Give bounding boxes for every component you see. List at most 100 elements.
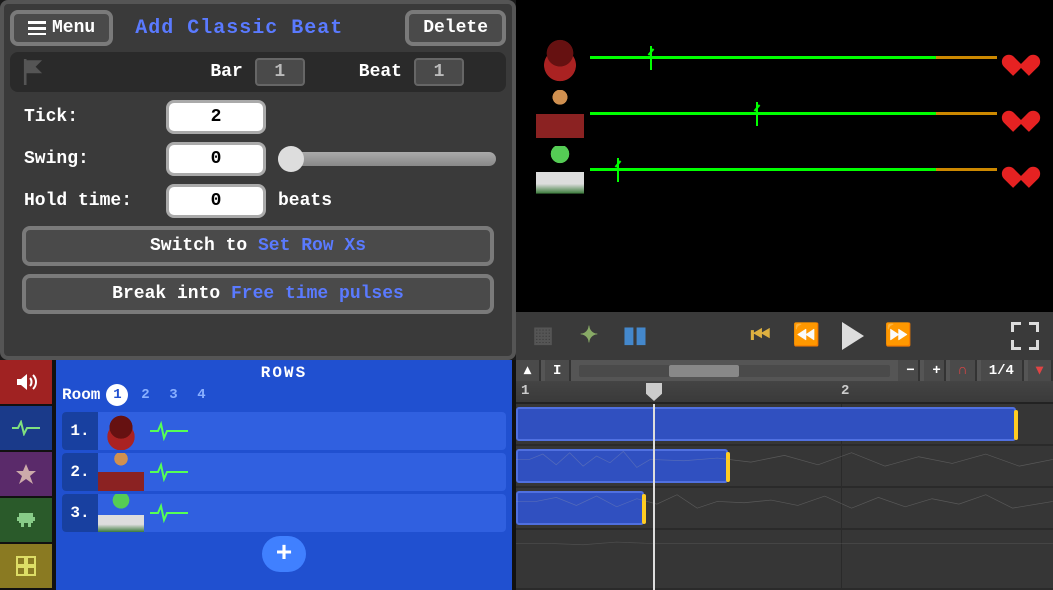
row-item[interactable]: 1. [62, 412, 506, 450]
beat-line [590, 112, 997, 116]
room-tab-3[interactable]: 3 [162, 384, 184, 406]
ruler-tick: 1 [521, 383, 529, 399]
marker-b-icon[interactable]: I [545, 360, 571, 381]
playhead-line [653, 404, 655, 590]
mode-tabs [0, 360, 52, 590]
grid-icon [15, 555, 37, 577]
break-button[interactable]: Break into Free time pulses [22, 274, 494, 314]
marker-a-icon[interactable]: ▴ [516, 360, 541, 381]
ecg-icon [12, 420, 40, 436]
alien-icon [15, 509, 37, 531]
camera-icon[interactable]: ▦ [530, 323, 556, 349]
fx-icon[interactable]: ▮▮ [622, 323, 648, 349]
play-icon [842, 322, 864, 350]
room-tab-2[interactable]: 2 [134, 384, 156, 406]
swing-slider[interactable] [278, 152, 496, 166]
timeline-track[interactable] [516, 404, 1053, 446]
hamburger-icon [28, 21, 46, 35]
row-avatar-green-icon [98, 494, 144, 532]
tick-label: Tick: [24, 107, 154, 127]
star-icon [15, 463, 37, 485]
timeline-track[interactable] [516, 446, 1053, 488]
delete-button[interactable]: Delete [405, 10, 506, 46]
scrollbar-thumb[interactable] [669, 365, 739, 377]
character-green-icon [536, 146, 584, 194]
zoom-out-button[interactable]: − [898, 360, 920, 381]
waveform-icon [516, 530, 1053, 557]
transport-bar: ▦ ✦ ▮▮ ⏮ ⏪ ⏩ [516, 312, 1053, 360]
rows-panel: ROWS Room 1 2 3 4 1. 2. 3. [52, 360, 516, 590]
beat-value[interactable]: 1 [414, 58, 464, 86]
mode-tab-rows[interactable] [0, 406, 52, 452]
room-tab-1[interactable]: 1 [106, 384, 128, 406]
rows-heading: ROWS [62, 364, 506, 382]
swing-input[interactable] [166, 142, 266, 176]
room-tab-4[interactable]: 4 [190, 384, 212, 406]
speaker-icon [14, 370, 38, 394]
hold-input[interactable] [166, 184, 266, 218]
bar-value[interactable]: 1 [255, 58, 305, 86]
plus-icon: + [276, 539, 293, 570]
menu-button[interactable]: Menu [10, 10, 113, 46]
character-samurai-icon [536, 34, 584, 82]
switch-link: Set Row Xs [258, 236, 366, 256]
skip-start-button[interactable]: ⏮ [748, 323, 774, 349]
ecg-icon [150, 421, 188, 441]
preview-row-1 [536, 30, 1033, 86]
timeline-tracks[interactable] [516, 404, 1053, 590]
hit-marker-icon[interactable] [1011, 410, 1021, 440]
break-link: Free time pulses [231, 284, 404, 304]
prev-button[interactable]: ⏪ [794, 323, 820, 349]
row-number: 3. [62, 494, 98, 532]
ecg-icon [150, 503, 188, 523]
fullscreen-button[interactable] [1011, 322, 1039, 350]
switch-prefix: Switch to [150, 236, 258, 256]
zoom-in-button[interactable]: + [924, 360, 946, 381]
timeline-panel: ▴ I − + ∩ 1/4 ▾ 1 2 3 [516, 360, 1053, 590]
switch-mode-button[interactable]: Switch to Set Row Xs [22, 226, 494, 266]
swing-slider-thumb[interactable] [278, 146, 304, 172]
timeline-toolbar: ▴ I − + ∩ 1/4 ▾ [516, 360, 1053, 381]
row-number: 1. [62, 412, 98, 450]
row-item[interactable]: 2. [62, 453, 506, 491]
beat-line [590, 168, 997, 172]
timeline-ruler[interactable]: 1 2 3 [516, 381, 1053, 404]
room-label: Room [62, 386, 100, 404]
tick-input[interactable] [166, 100, 266, 134]
mode-tab-actions[interactable] [0, 452, 52, 498]
row-item[interactable]: 3. [62, 494, 506, 532]
row-avatar-samurai-icon [98, 412, 144, 450]
heart-icon [1009, 46, 1033, 70]
play-button[interactable] [840, 323, 866, 349]
add-row-button[interactable]: + [262, 536, 306, 572]
bar-label: Bar [210, 62, 242, 82]
row-avatar-guy-icon [98, 453, 144, 491]
timeline-track[interactable] [516, 488, 1053, 530]
snap-options-icon[interactable]: ▾ [1028, 360, 1053, 381]
room-selector: Room 1 2 3 4 [62, 384, 506, 406]
swing-label: Swing: [24, 149, 154, 169]
heart-icon [1009, 102, 1033, 126]
mode-tab-sprites[interactable] [0, 498, 52, 544]
mode-tab-rooms[interactable] [0, 544, 52, 590]
snap-magnet-icon[interactable]: ∩ [950, 360, 976, 381]
next-button[interactable]: ⏩ [886, 323, 912, 349]
timeline-track-empty[interactable] [516, 530, 1053, 590]
ruler-tick: 2 [841, 383, 849, 399]
preview-row-3 [536, 142, 1033, 198]
preview-row-2 [536, 86, 1033, 142]
waveform-icon [516, 446, 1053, 473]
menu-label: Menu [52, 18, 95, 38]
mode-tab-sound[interactable] [0, 360, 52, 406]
beat-block[interactable] [516, 407, 1016, 441]
person-icon[interactable]: ✦ [576, 323, 602, 349]
bar-beat-display: Bar 1 Beat 1 [10, 52, 506, 92]
heart-icon [1009, 158, 1033, 182]
flag-icon [20, 59, 46, 85]
panel-title: Add Classic Beat [119, 17, 399, 40]
playhead-handle[interactable] [646, 383, 662, 401]
timeline-scrollbar[interactable] [579, 365, 890, 377]
editor-panel: Menu Add Classic Beat Delete Bar 1 Beat … [0, 0, 516, 360]
preview-panel: ▦ ✦ ▮▮ ⏮ ⏪ ⏩ [516, 0, 1053, 360]
snap-value[interactable]: 1/4 [981, 360, 1024, 381]
